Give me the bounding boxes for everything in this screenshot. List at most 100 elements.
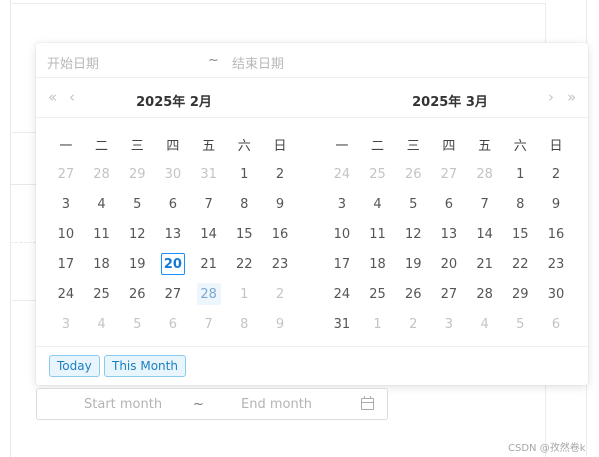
calendar-day[interactable]: 13 bbox=[431, 219, 467, 249]
calendar-day[interactable]: 8 bbox=[226, 189, 262, 219]
calendar-title-left[interactable]: 2025年 2月 bbox=[36, 91, 312, 110]
calendar-day[interactable]: 19 bbox=[119, 249, 155, 279]
calendar-day[interactable]: 14 bbox=[191, 219, 227, 249]
next-month-icon[interactable]: › bbox=[548, 88, 554, 106]
calendar-day[interactable]: 15 bbox=[502, 219, 538, 249]
calendar-day[interactable]: 9 bbox=[262, 189, 298, 219]
calendar-day-other-month[interactable]: 6 bbox=[538, 309, 574, 339]
calendar-day-other-month[interactable]: 5 bbox=[119, 309, 155, 339]
next-year-icon[interactable]: » bbox=[567, 88, 576, 106]
today-button[interactable]: Today bbox=[49, 355, 100, 377]
this-month-button[interactable]: This Month bbox=[104, 355, 186, 377]
calendar-day-today[interactable]: 20 bbox=[155, 249, 191, 279]
calendar-day[interactable]: 6 bbox=[155, 189, 191, 219]
calendar-day-other-month[interactable]: 27 bbox=[431, 159, 467, 189]
calendar-day[interactable]: 9 bbox=[538, 189, 574, 219]
calendar-day-other-month[interactable]: 24 bbox=[324, 159, 360, 189]
calendar-day[interactable]: 25 bbox=[360, 279, 396, 309]
calendar-day[interactable]: 30 bbox=[538, 279, 574, 309]
calendar-day-other-month[interactable]: 2 bbox=[262, 279, 298, 309]
calendar-day[interactable]: 5 bbox=[119, 189, 155, 219]
calendar-day[interactable]: 3 bbox=[324, 189, 360, 219]
calendar-day[interactable]: 16 bbox=[262, 219, 298, 249]
calendar-day[interactable]: 22 bbox=[226, 249, 262, 279]
calendar-day-other-month[interactable]: 3 bbox=[431, 309, 467, 339]
calendar-day[interactable]: 6 bbox=[431, 189, 467, 219]
calendar-day[interactable]: 11 bbox=[360, 219, 396, 249]
calendar-day-other-month[interactable]: 1 bbox=[226, 279, 262, 309]
calendar-day[interactable]: 1 bbox=[502, 159, 538, 189]
calendar-day[interactable]: 18 bbox=[84, 249, 120, 279]
calendar-day[interactable]: 20 bbox=[431, 249, 467, 279]
calendar-day[interactable]: 28 bbox=[467, 279, 503, 309]
end-date-field[interactable]: 结束日期 bbox=[232, 53, 284, 72]
calendar-day[interactable]: 10 bbox=[324, 219, 360, 249]
calendar-day[interactable]: 10 bbox=[48, 219, 84, 249]
calendar-day[interactable]: 3 bbox=[48, 189, 84, 219]
calendar-day[interactable]: 21 bbox=[191, 249, 227, 279]
calendar-week-row: 10 11 12 13 14 15 16 bbox=[324, 219, 574, 249]
calendar-day-other-month[interactable]: 29 bbox=[119, 159, 155, 189]
calendar-day[interactable]: 25 bbox=[84, 279, 120, 309]
calendar-day[interactable]: 14 bbox=[467, 219, 503, 249]
calendar-day-other-month[interactable]: 25 bbox=[360, 159, 396, 189]
calendar-day-other-month[interactable]: 31 bbox=[191, 159, 227, 189]
calendar-day-other-month[interactable]: 30 bbox=[155, 159, 191, 189]
start-month-field[interactable]: Start month bbox=[84, 397, 162, 412]
calendar-day-other-month[interactable]: 3 bbox=[48, 309, 84, 339]
calendar-day[interactable]: 31 bbox=[324, 309, 360, 339]
calendar-day[interactable]: 26 bbox=[119, 279, 155, 309]
calendar-day[interactable]: 2 bbox=[262, 159, 298, 189]
calendar-day[interactable]: 23 bbox=[538, 249, 574, 279]
calendar-day[interactable]: 4 bbox=[360, 189, 396, 219]
calendar-day-other-month[interactable]: 7 bbox=[191, 309, 227, 339]
calendar-day[interactable]: 18 bbox=[360, 249, 396, 279]
calendar-day[interactable]: 5 bbox=[395, 189, 431, 219]
month-range-input[interactable]: Start month ~ End month bbox=[36, 388, 388, 420]
calendar-day[interactable]: 27 bbox=[155, 279, 191, 309]
calendar-day[interactable]: 12 bbox=[395, 219, 431, 249]
calendar-day[interactable]: 13 bbox=[155, 219, 191, 249]
calendar-day[interactable]: 17 bbox=[324, 249, 360, 279]
calendar-day[interactable]: 2 bbox=[538, 159, 574, 189]
calendar-day[interactable]: 8 bbox=[502, 189, 538, 219]
calendar-title-right[interactable]: 2025年 3月 bbox=[312, 91, 588, 110]
calendar-day-other-month[interactable]: 27 bbox=[48, 159, 84, 189]
calendar-day-other-month[interactable]: 8 bbox=[226, 309, 262, 339]
calendar-day-other-month[interactable]: 6 bbox=[155, 309, 191, 339]
calendar-day-other-month[interactable]: 2 bbox=[395, 309, 431, 339]
calendar-day-number: 1 bbox=[516, 166, 525, 182]
calendar-day[interactable]: 21 bbox=[467, 249, 503, 279]
start-date-field[interactable]: 开始日期 bbox=[47, 53, 99, 72]
calendar-day[interactable]: 29 bbox=[502, 279, 538, 309]
calendar-day[interactable]: 19 bbox=[395, 249, 431, 279]
calendar-day-other-month[interactable]: 9 bbox=[262, 309, 298, 339]
calendar-day[interactable]: 26 bbox=[395, 279, 431, 309]
calendar-day[interactable]: 7 bbox=[467, 189, 503, 219]
calendar-day[interactable]: 12 bbox=[119, 219, 155, 249]
calendar-day[interactable]: 27 bbox=[431, 279, 467, 309]
calendar-day[interactable]: 28 bbox=[191, 279, 227, 309]
calendar-day-other-month[interactable]: 28 bbox=[467, 159, 503, 189]
calendar-day[interactable]: 23 bbox=[262, 249, 298, 279]
calendar-day-other-month[interactable]: 1 bbox=[360, 309, 396, 339]
calendar-day-other-month[interactable]: 26 bbox=[395, 159, 431, 189]
calendar-day[interactable]: 24 bbox=[324, 279, 360, 309]
calendar-day[interactable]: 15 bbox=[226, 219, 262, 249]
calendar-day[interactable]: 22 bbox=[502, 249, 538, 279]
calendar-day-other-month[interactable]: 4 bbox=[467, 309, 503, 339]
calendar-day-other-month[interactable]: 28 bbox=[84, 159, 120, 189]
calendar-day[interactable]: 1 bbox=[226, 159, 262, 189]
calendar-day[interactable]: 11 bbox=[84, 219, 120, 249]
calendar-icon[interactable] bbox=[361, 396, 374, 410]
end-month-field[interactable]: End month bbox=[241, 397, 312, 412]
date-range-input[interactable]: 开始日期 ~ 结束日期 bbox=[36, 43, 588, 78]
calendar-day[interactable]: 16 bbox=[538, 219, 574, 249]
calendar-day[interactable]: 7 bbox=[191, 189, 227, 219]
calendar-day-other-month[interactable]: 5 bbox=[502, 309, 538, 339]
calendar-day-other-month[interactable]: 4 bbox=[84, 309, 120, 339]
calendar-day[interactable]: 24 bbox=[48, 279, 84, 309]
calendar-day[interactable]: 4 bbox=[84, 189, 120, 219]
calendar-day-number: 25 bbox=[369, 166, 386, 182]
calendar-day[interactable]: 17 bbox=[48, 249, 84, 279]
